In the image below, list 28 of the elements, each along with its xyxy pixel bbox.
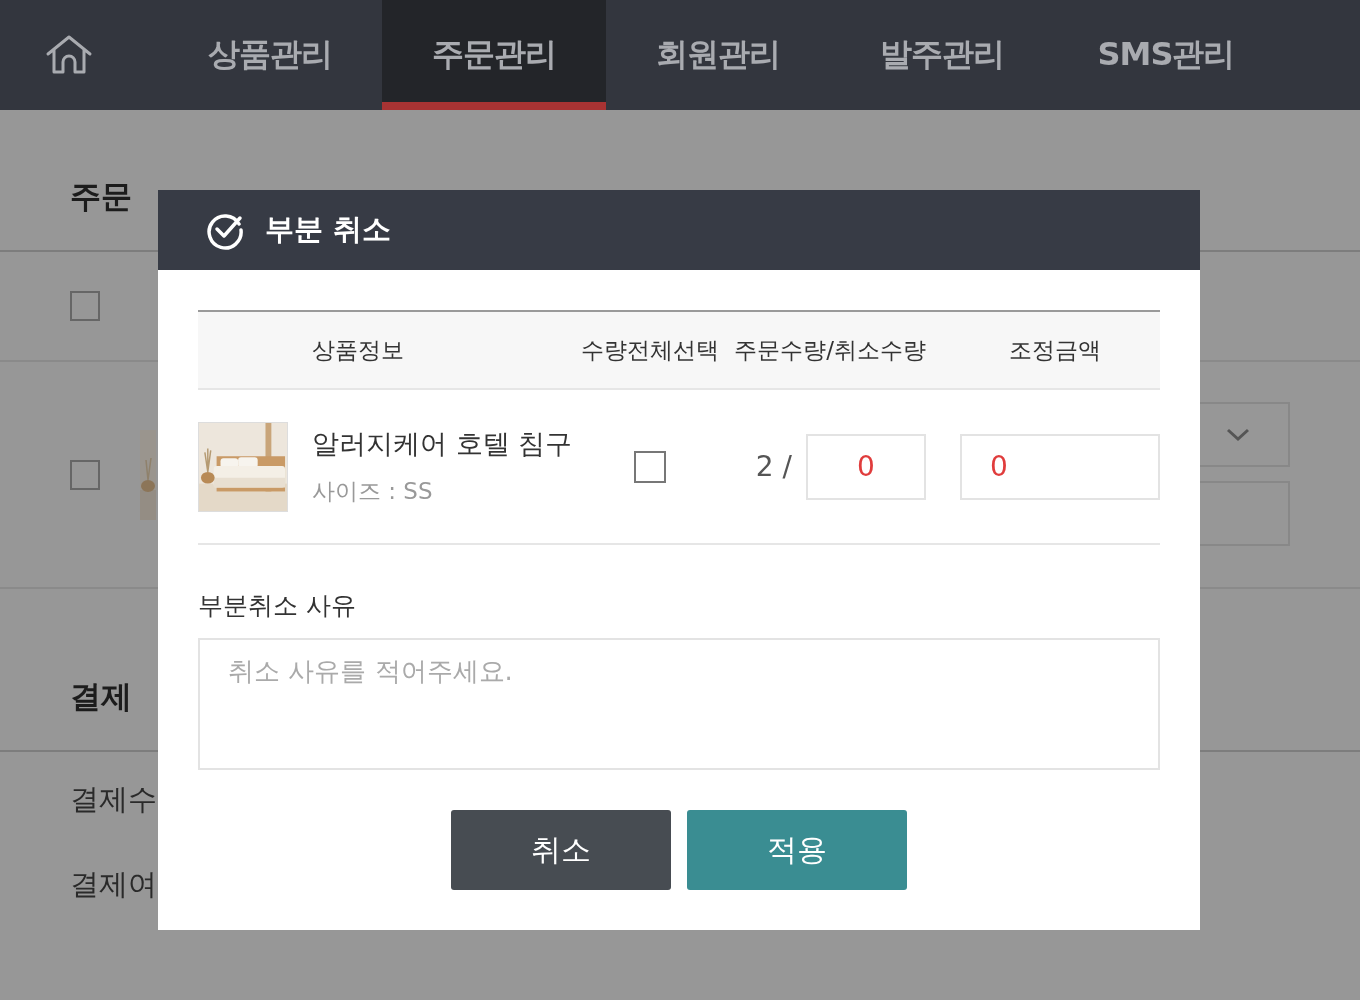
cancel-quantity-field[interactable]: 0 — [806, 433, 926, 500]
product-option: 사이즈 : SS — [312, 476, 573, 507]
checkbox[interactable] — [70, 291, 100, 321]
section-title: 결제 — [70, 678, 132, 714]
chevron-down-icon — [1226, 426, 1250, 443]
dialog-title: 부분 취소 — [265, 211, 392, 248]
column-header: 수량전체선택 — [581, 335, 719, 365]
amount-field[interactable]: 0 — [960, 433, 1160, 500]
nav-tab[interactable]: 주문관리 — [382, 0, 606, 110]
column-header: 상품정보 — [312, 336, 404, 363]
column-header: 주문수량/취소수량 — [734, 335, 926, 365]
nav-tab[interactable]: SMS관리 — [1054, 0, 1278, 110]
reason-field[interactable]: 취소 사유를 적어주세요. — [198, 638, 1160, 770]
column-header: 조정금액 — [1009, 335, 1101, 365]
checkbox[interactable] — [70, 459, 100, 490]
dialog-button[interactable]: 취소 — [451, 810, 671, 890]
product-name: 알러지케어 호텔 침구 — [312, 427, 573, 461]
nav-tab[interactable]: 회원관리 — [606, 0, 830, 110]
home-icon[interactable] — [44, 34, 94, 76]
nav-tab[interactable]: 상품관리 — [158, 0, 382, 110]
nav-tab[interactable]: 발주관리 — [830, 0, 1054, 110]
field-label: 결제수 — [70, 782, 157, 816]
section-title: 주문 — [70, 178, 132, 214]
field-label: 결제여 — [70, 867, 157, 901]
reason-label: 부분취소 사유 — [198, 591, 356, 620]
checkbox[interactable] — [634, 450, 666, 483]
dialog-button[interactable]: 적용 — [687, 810, 907, 890]
order-quantity: 2 / — [755, 450, 792, 483]
